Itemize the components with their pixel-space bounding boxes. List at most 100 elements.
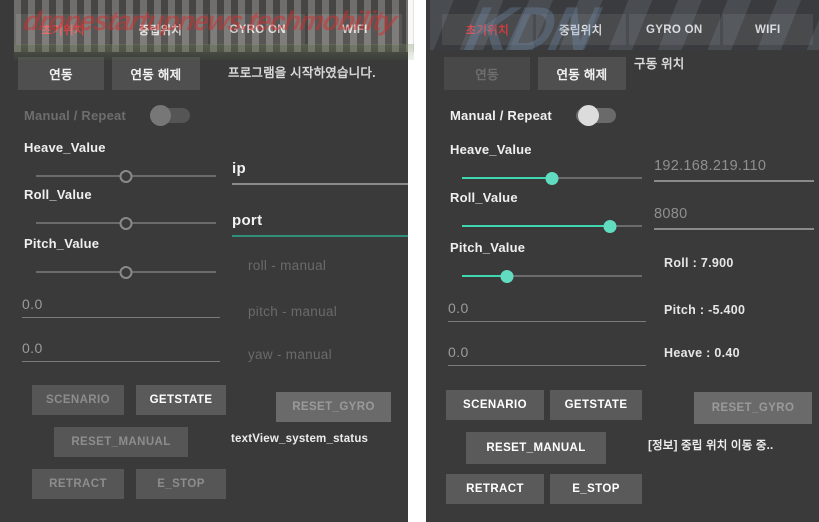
slider-fill [462,225,610,227]
tab-initial-position[interactable]: 초기위치 [442,14,533,45]
scenario-button[interactable]: SCENARIO [446,390,544,420]
numeric-field-2[interactable]: 0.0 [22,340,220,362]
right-system-status-text: [정보] 중립 위치 이동 중.. [648,440,774,452]
retract-button[interactable]: RETRACT [32,469,124,499]
right-app-screen: 초기위치 중립위치 GYRO ON WIFI 연동 연동 해제 구동 위치 Ma… [426,0,819,522]
numeric-field-2-value: 0.0 [22,340,43,356]
slider-thumb[interactable] [500,270,514,283]
pitch-manual-label: pitch - manual [248,304,337,319]
reset-manual-button[interactable]: RESET_MANUAL [54,427,188,457]
tab-gyro-on[interactable]: GYRO ON [210,14,305,45]
slider-roll-label: Roll_Value [450,190,518,205]
right-link-button-row: 연동 연동 해제 [444,57,626,90]
field-underline [654,228,814,230]
estop-button[interactable]: E_STOP [550,474,642,504]
field-underline [232,183,408,185]
slider-pitch: Pitch_Value [450,240,642,283]
port-input[interactable]: 8080 [654,206,814,230]
slider-pitch-label: Pitch_Value [24,236,100,251]
roll-readout: Roll : 7.900 [664,256,734,270]
slider-pitch-track[interactable] [462,269,642,283]
port-input-text: port [232,212,263,229]
numeric-field-2[interactable]: 0.0 [448,344,646,366]
slider-roll-label: Roll_Value [24,187,92,202]
numeric-field-1[interactable]: 0.0 [448,300,646,322]
manual-repeat-toggle[interactable] [149,105,190,126]
slider-heave-track[interactable] [462,171,642,185]
tab-wifi[interactable]: WIFI [307,14,402,45]
numeric-field-1-value: 0.0 [448,300,469,316]
tab-initial-position[interactable]: 초기위치 [16,14,111,45]
slider-fill [462,177,552,179]
panel-divider [408,0,426,522]
numeric-field-1[interactable]: 0.0 [22,296,220,318]
roll-manual-label: roll - manual [248,258,327,273]
slider-pitch-track[interactable] [36,265,216,279]
reset-gyro-button[interactable]: RESET_GYRO [276,392,391,422]
numeric-field-2-value: 0.0 [448,344,469,360]
getstate-button[interactable]: GETSTATE [136,385,226,415]
right-tab-row: 초기위치 중립위치 GYRO ON WIFI [442,14,813,45]
slider-roll-track[interactable] [462,219,642,233]
slider-heave: Heave_Value [24,140,216,183]
ip-input[interactable]: ip [232,160,408,185]
left-manual-repeat-row: Manual / Repeat [24,105,190,126]
heave-readout: Heave : 0.40 [664,346,740,360]
right-top-message: 구동 위치 [634,57,685,71]
pitch-readout: Pitch : -5.400 [664,303,746,317]
slider-roll-track[interactable] [36,216,216,230]
estop-button[interactable]: E_STOP [136,469,226,499]
slider-thumb[interactable] [545,172,559,185]
slider-roll: Roll_Value [450,190,642,233]
field-underline [22,317,220,318]
manual-repeat-toggle[interactable] [575,105,616,126]
field-underline [654,180,814,182]
scenario-button[interactable]: SCENARIO [32,385,124,415]
slider-thumb[interactable] [119,217,133,230]
slider-pitch-label: Pitch_Value [450,240,526,255]
port-input[interactable]: port [232,212,408,237]
tab-neutral-position[interactable]: 중립위치 [535,14,626,45]
slider-heave: Heave_Value [450,142,642,185]
left-app-screen: 초기위치 중립위치 GYRO ON WIFI 연동 연동 해제 프로그램을 시작… [0,0,408,522]
reset-gyro-button[interactable]: RESET_GYRO [694,392,812,424]
retract-button[interactable]: RETRACT [446,474,544,504]
yaw-manual-label: yaw - manual [248,347,332,362]
tab-wifi[interactable]: WIFI [722,14,813,45]
toggle-knob [577,105,599,126]
field-underline [22,361,220,362]
link-disconnect-button[interactable]: 연동 해제 [112,57,200,90]
slider-thumb[interactable] [119,170,133,183]
slider-pitch: Pitch_Value [24,236,216,279]
tab-neutral-position[interactable]: 중립위치 [113,14,208,45]
manual-repeat-label: Manual / Repeat [24,108,126,123]
slider-thumb[interactable] [119,266,133,279]
tab-gyro-on[interactable]: GYRO ON [629,14,720,45]
ip-input-text: 192.168.219.110 [654,158,767,174]
numeric-field-1-value: 0.0 [22,296,43,312]
right-manual-repeat-row: Manual / Repeat [450,105,616,126]
slider-roll: Roll_Value [24,187,216,230]
left-system-status-text: textView_system_status [231,433,369,445]
field-underline [448,365,646,366]
ip-input[interactable]: 192.168.219.110 [654,158,814,182]
reset-manual-button[interactable]: RESET_MANUAL [466,432,606,464]
left-top-message: 프로그램을 시작하였습니다. [228,66,376,80]
slider-heave-label: Heave_Value [450,142,532,157]
left-tab-row: 초기위치 중립위치 GYRO ON WIFI [16,14,402,45]
toggle-knob [149,105,171,126]
field-underline [448,321,646,322]
port-input-text: 8080 [654,206,688,222]
field-underline [232,235,408,237]
getstate-button[interactable]: GETSTATE [550,390,642,420]
slider-thumb[interactable] [603,220,617,233]
link-connect-button[interactable]: 연동 [444,57,530,90]
link-disconnect-button[interactable]: 연동 해제 [538,57,626,90]
left-link-button-row: 연동 연동 해제 [18,57,200,90]
screenshot-stage: 초기위치 중립위치 GYRO ON WIFI 연동 연동 해제 프로그램을 시작… [0,0,819,522]
manual-repeat-label: Manual / Repeat [450,108,552,123]
slider-heave-label: Heave_Value [24,140,106,155]
link-connect-button[interactable]: 연동 [18,57,104,90]
slider-heave-track[interactable] [36,169,216,183]
ip-input-text: ip [232,160,246,177]
